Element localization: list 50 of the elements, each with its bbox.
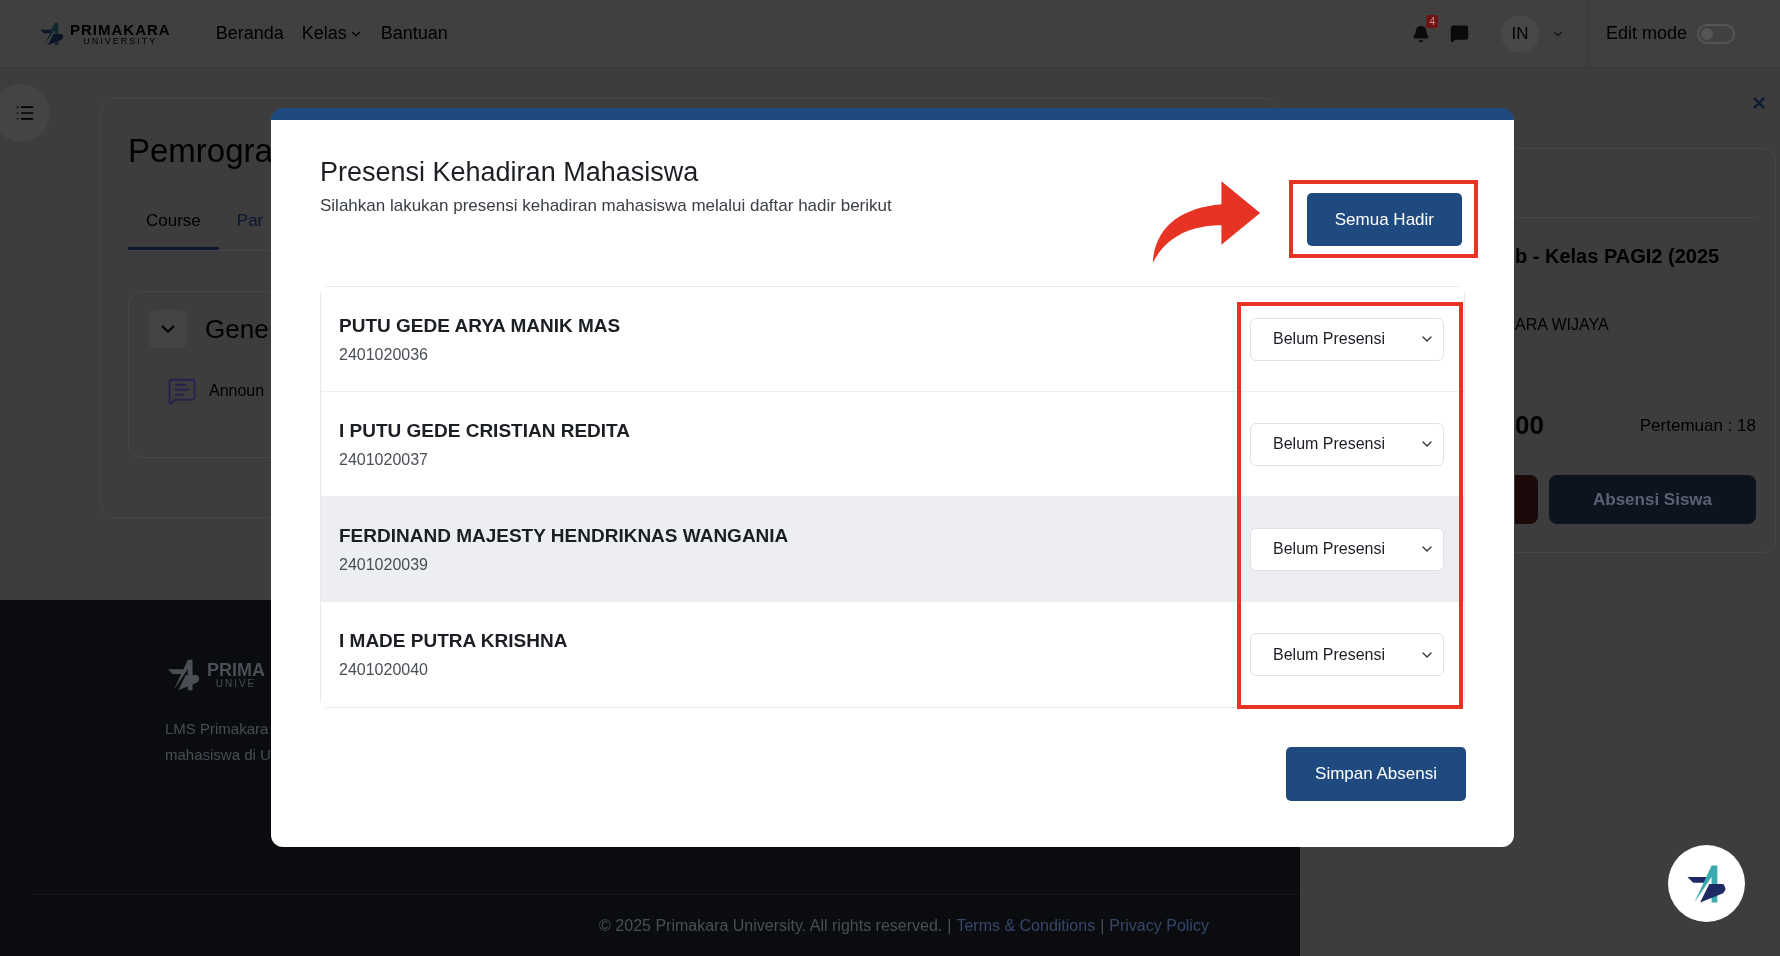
activity-link[interactable]: Announ <box>209 382 265 400</box>
class-time: 00 <box>1515 410 1544 441</box>
dialog-subtitle: Silahkan lakukan presensi kehadiran mahasiswa melalui daftar hadir berikut <box>320 196 893 216</box>
footer-brand-name: PRIMA <box>207 661 265 679</box>
close-button[interactable] <box>1750 94 1768 112</box>
status-select[interactable]: Belum Presensi <box>1250 317 1444 361</box>
nav-link[interactable]: Beranda <box>215 23 284 44</box>
mark-all-button[interactable]: Semua Hadir <box>1306 193 1462 246</box>
course-title: Pemrogra <box>128 131 273 171</box>
status-select[interactable]: Belum Presensi <box>1250 633 1444 676</box>
footer-link[interactable]: Terms & Conditions <box>956 916 1096 935</box>
attendance-button[interactable]: Absensi Siswa <box>1549 475 1756 524</box>
class-title: b - Kelas PAGI2 (2025 <box>1515 244 1721 269</box>
sidebar-toggle[interactable] <box>0 84 50 142</box>
footer-description: mahasiswa di U <box>165 745 271 765</box>
course-tab[interactable]: Course <box>128 211 219 250</box>
copyright-text: © 2025 Primakara University. All rights reserved. <box>599 916 943 935</box>
student-name: PUTU GEDE ARYA MANIK MAS <box>339 314 621 337</box>
nav-link[interactable]: Kelas <box>301 23 363 44</box>
student-id: 2401020036 <box>339 345 429 364</box>
lecturer-name: ARA WIJAYA <box>1515 316 1610 334</box>
close-icon <box>1750 94 1768 112</box>
dialog-title: Presensi Kehadiran Mahasiswa <box>320 156 700 189</box>
notification-badge: 4 <box>1426 14 1438 28</box>
student-id: 2401020039 <box>339 555 429 574</box>
section-title: Gene <box>205 313 269 345</box>
meeting-count: Pertemuan : 18 <box>1639 415 1756 436</box>
chat-icon[interactable] <box>1449 24 1469 43</box>
student-id: 2401020040 <box>339 661 429 679</box>
status-select[interactable]: Belum Presensi <box>1250 527 1444 571</box>
danger-button[interactable] <box>1515 475 1538 524</box>
student-name: FERDINAND MAJESTY HENDRIKNAS WANGANIA <box>339 524 789 547</box>
status-select[interactable]: Belum Presensi <box>1250 422 1444 466</box>
student-name: I MADE PUTRA KRISHNA <box>339 630 568 652</box>
forum-icon <box>167 376 197 406</box>
edit-mode-label: Edit mode <box>1605 23 1687 44</box>
separator-text: | <box>947 916 952 935</box>
footer-brand-tagline: UNIVE <box>215 679 257 689</box>
nav-link[interactable]: Bantuan <box>380 23 448 44</box>
bell-icon[interactable] <box>1411 24 1430 43</box>
footer-link[interactable]: Privacy Policy <box>1109 916 1209 935</box>
student-name: I PUTU GEDE CRISTIAN REDITA <box>339 419 630 442</box>
separator-text: | <box>1100 916 1105 935</box>
student-id: 2401020037 <box>339 450 429 469</box>
footer-description: LMS Primakara <box>165 719 270 739</box>
save-button[interactable]: Simpan Absensi <box>1286 747 1466 801</box>
list-icon <box>15 103 35 123</box>
brand-tagline: UNIVERSITY <box>83 36 158 46</box>
brand-name: PRIMAKARA <box>70 21 171 37</box>
collapse-button[interactable] <box>149 310 187 348</box>
